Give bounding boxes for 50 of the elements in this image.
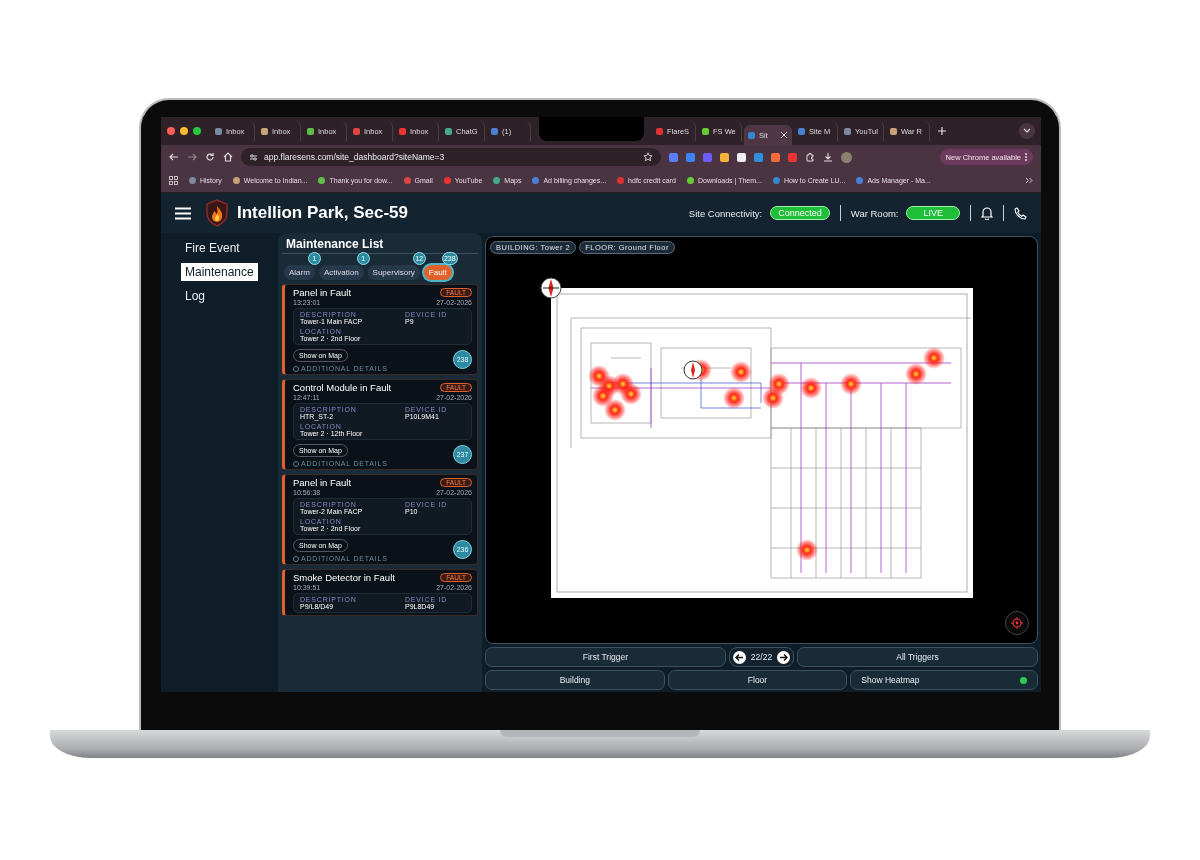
nav-item[interactable]: Fire Event — [181, 239, 244, 257]
reload-icon[interactable] — [205, 152, 215, 162]
compass-icon — [539, 277, 562, 299]
phone-icon[interactable] — [1014, 206, 1027, 220]
connectivity-status: Connected — [770, 206, 830, 220]
target-icon — [1011, 617, 1023, 629]
shield-flame-logo-icon — [205, 199, 229, 227]
war-room-label: War Room: — [850, 207, 899, 219]
puzzle-icon[interactable] — [805, 152, 815, 162]
minimize-window-icon[interactable] — [180, 127, 188, 135]
new-tab-icon[interactable] — [938, 127, 946, 135]
all-triggers-button[interactable]: All Triggers — [797, 647, 1038, 667]
filter-tab[interactable]: Activation — [318, 265, 364, 280]
building-button[interactable]: Building — [485, 670, 665, 690]
filter-tab[interactable]: Alarm — [284, 265, 315, 280]
close-tab-icon[interactable] — [781, 132, 787, 138]
url-text: app.flaresens.com/site_dashboard?siteName=3 — [264, 152, 445, 162]
next-arrow-icon[interactable] — [777, 650, 791, 664]
card-title: Smoke Detector in Fault — [293, 572, 395, 583]
bookmark-star-icon[interactable] — [643, 152, 653, 162]
close-window-icon[interactable] — [167, 127, 175, 135]
tab-search-icon[interactable] — [1019, 123, 1035, 139]
show-heatmap-toggle[interactable]: Show Heatmap — [850, 670, 1038, 690]
nav-item[interactable]: Log — [181, 287, 210, 305]
apps-grid-icon[interactable] — [169, 176, 178, 185]
first-trigger-button[interactable]: First Trigger — [485, 647, 726, 667]
card-title: Control Module in Fault — [293, 382, 392, 393]
address-bar[interactable]: app.flaresens.com/site_dashboard?siteName=3 — [241, 148, 661, 166]
home-icon[interactable] — [223, 152, 233, 162]
more-bookmarks-icon[interactable] — [1025, 177, 1033, 184]
card-title: Panel in Fault — [293, 287, 352, 298]
bell-icon[interactable] — [981, 206, 993, 220]
connectivity-label: Site Connectivity: — [688, 207, 763, 219]
war-room-status: LIVE — [906, 206, 960, 220]
card-title: Panel in Fault — [293, 477, 352, 488]
forward-icon[interactable] — [187, 152, 197, 162]
trigger-count: 22/22 — [750, 652, 773, 662]
floor-button[interactable]: Floor — [667, 670, 848, 690]
maximize-window-icon[interactable] — [193, 127, 201, 135]
locate-button[interactable] — [1005, 611, 1029, 635]
menu-icon[interactable] — [175, 206, 191, 220]
back-icon[interactable] — [169, 152, 179, 162]
site-title: Intellion Park, Sec-59 — [237, 203, 408, 223]
filter-tab[interactable]: Supervisory — [367, 265, 420, 280]
filter-tab[interactable]: Fault — [423, 265, 452, 280]
previous-arrow-icon[interactable] — [732, 650, 746, 664]
download-icon[interactable] — [823, 152, 833, 162]
profile-avatar[interactable] — [841, 151, 852, 163]
nav-item[interactable]: Maintenance — [181, 263, 258, 281]
site-settings-icon[interactable] — [249, 152, 258, 162]
